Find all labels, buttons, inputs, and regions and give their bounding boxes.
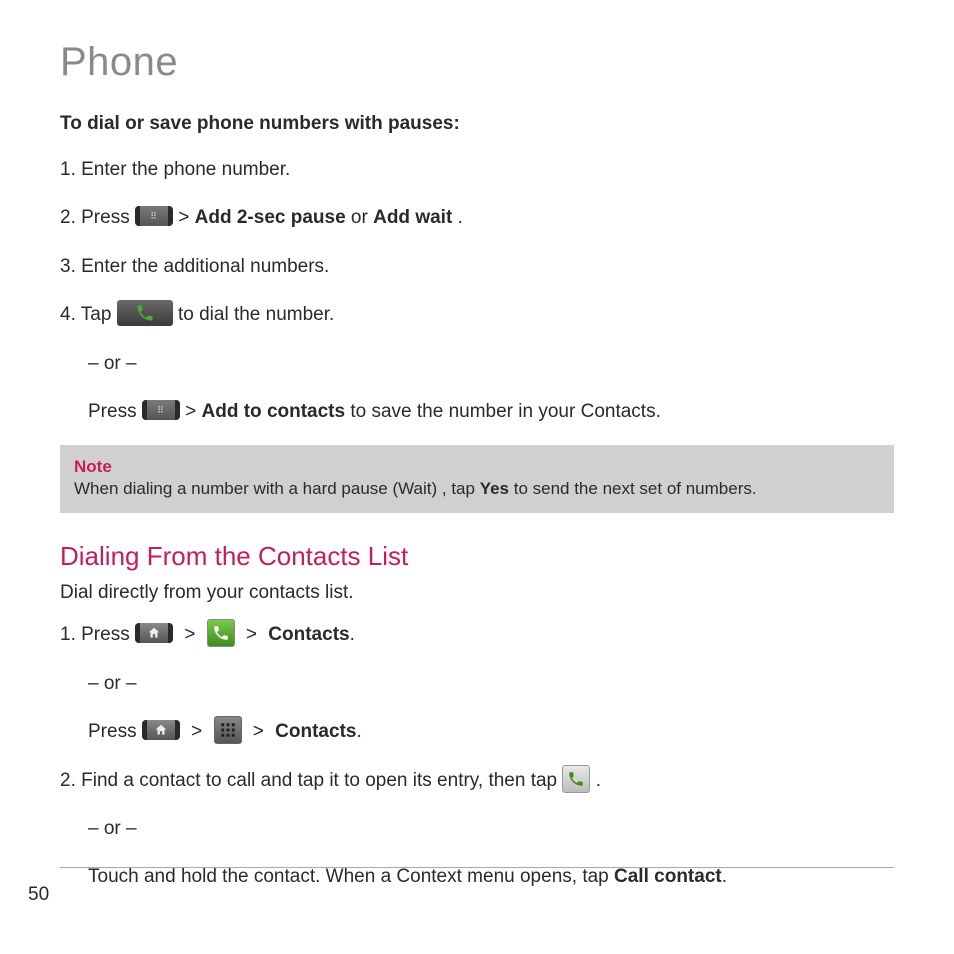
menu-icon: ⠿ <box>142 400 180 420</box>
step-4-suffix: to dial the number. <box>178 304 334 325</box>
s2-step2-or: – or – <box>60 814 894 844</box>
press-suffix: to save the number in your Contacts. <box>350 401 661 422</box>
contacts-1: Contacts <box>268 624 349 645</box>
gt-2: > <box>240 624 268 645</box>
press-gt: > <box>185 401 201 422</box>
step-4-or: – or – <box>60 349 894 379</box>
s2-step1-prefix: 1. Press <box>60 624 135 645</box>
step-2-gt: > <box>178 207 194 228</box>
step-4-prefix: 4. Tap <box>60 304 117 325</box>
s2-step-1: 1. Press > > Contacts. <box>60 620 894 650</box>
note-text-suffix: to send the next set of numbers. <box>509 479 757 498</box>
gt-4: > <box>247 721 275 742</box>
s2-step-2: 2. Find a contact to call and tap it to … <box>60 766 894 796</box>
call-button-icon <box>117 300 173 326</box>
note-text-bold: Yes <box>480 479 509 498</box>
page-number: 50 <box>28 884 49 906</box>
apps-grid-icon <box>214 716 242 744</box>
phone-app-icon <box>207 619 235 647</box>
step-2-mid: or <box>351 207 373 228</box>
phone-call-icon <box>562 765 590 793</box>
footer-divider <box>60 867 894 868</box>
s2-step2-suffix: . <box>596 770 601 791</box>
step-2-bold2: Add wait <box>373 207 452 228</box>
section-heading: Dialing From the Contacts List <box>60 541 894 572</box>
gt-1: > <box>178 624 206 645</box>
note-text: When dialing a number with a hard pause … <box>74 479 757 498</box>
page-title: Phone <box>60 40 894 85</box>
home-icon <box>142 720 180 740</box>
s2-step1-or: – or – <box>60 669 894 699</box>
step-2-bold1: Add 2-sec pause <box>195 207 346 228</box>
step-4: 4. Tap to dial the number. <box>60 300 894 330</box>
menu-icon: ⠿ <box>135 206 173 226</box>
step-1: 1. Enter the phone number. <box>60 155 894 185</box>
s2-step2-prefix: 2. Find a contact to call and tap it to … <box>60 770 562 791</box>
section-intro: Dial directly from your contacts list. <box>60 582 894 604</box>
press-prefix: Press <box>88 401 142 422</box>
note-box: Note When dialing a number with a hard p… <box>60 445 894 513</box>
section-subtitle: To dial or save phone numbers with pause… <box>60 113 894 135</box>
step-2-suffix: . <box>458 207 463 228</box>
contacts-2: Contacts <box>275 721 356 742</box>
note-text-prefix: When dialing a number with a hard pause … <box>74 479 480 498</box>
period-2: . <box>356 721 361 742</box>
period-1: . <box>350 624 355 645</box>
s2-step1-alt: Press > > Contacts. <box>60 717 894 747</box>
step-4-alt: Press ⠿ > Add to contacts to save the nu… <box>60 397 894 427</box>
home-icon <box>135 623 173 643</box>
step-3: 3. Enter the additional numbers. <box>60 252 894 282</box>
touch-hold-prefix: Touch and hold the contact. When a Conte… <box>88 866 614 887</box>
period-3: . <box>722 866 727 887</box>
s2-press-prefix: Press <box>88 721 142 742</box>
gt-3: > <box>185 721 213 742</box>
call-contact: Call contact <box>614 866 722 887</box>
note-label: Note <box>74 457 880 477</box>
press-bold: Add to contacts <box>202 401 346 422</box>
step-2: 2. Press ⠿ > Add 2-sec pause or Add wait… <box>60 203 894 233</box>
step-2-prefix: 2. Press <box>60 207 135 228</box>
